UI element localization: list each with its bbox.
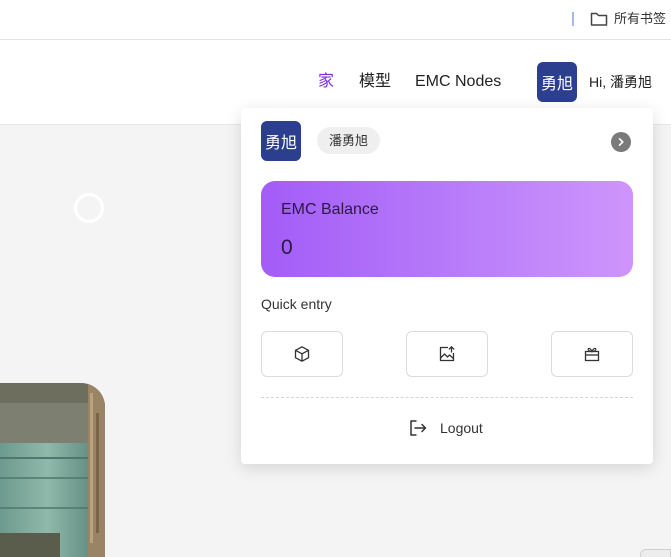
background-photo <box>0 383 105 557</box>
username-badge: 潘勇旭 <box>317 127 381 154</box>
quick-entry-label: Quick entry <box>261 296 332 312</box>
gift-box-icon <box>584 347 600 362</box>
user-greeting[interactable]: Hi, 潘勇旭 <box>589 73 652 91</box>
balance-label: EMC Balance <box>281 201 379 218</box>
all-bookmarks-label[interactable]: 所有书签 <box>614 11 666 27</box>
emc-balance-card[interactable]: EMC Balance 0 <box>261 181 633 277</box>
quick-entry-models-button[interactable] <box>261 331 343 377</box>
nav-home-link[interactable]: 家 <box>318 72 334 92</box>
dropdown-divider <box>261 397 633 398</box>
nav-emc-nodes-link[interactable]: EMC Nodes <box>415 72 501 92</box>
image-upload-icon <box>439 346 455 362</box>
logout-button[interactable]: Logout <box>408 417 483 439</box>
logout-label: Logout <box>440 420 483 436</box>
header-avatar[interactable]: 勇旭 <box>537 62 577 102</box>
nav-models-link[interactable]: 模型 <box>359 72 391 92</box>
dropdown-avatar: 勇旭 <box>261 121 301 161</box>
bookmarks-bar: 所有书签 <box>0 0 671 40</box>
balance-value: 0 <box>281 236 293 259</box>
resize-handle[interactable] <box>640 549 671 557</box>
logout-icon <box>410 420 427 436</box>
cube-icon <box>294 346 310 362</box>
quick-entry-gift-button[interactable] <box>551 331 633 377</box>
folder-icon[interactable] <box>590 11 608 27</box>
chevron-right-icon[interactable] <box>611 132 631 152</box>
loading-spinner <box>74 193 104 223</box>
user-dropdown-menu: 勇旭 潘勇旭 EMC Balance 0 Quick entry Logout <box>241 108 653 464</box>
quick-entry-image-button[interactable] <box>406 331 488 377</box>
bookmarks-separator <box>572 12 574 26</box>
